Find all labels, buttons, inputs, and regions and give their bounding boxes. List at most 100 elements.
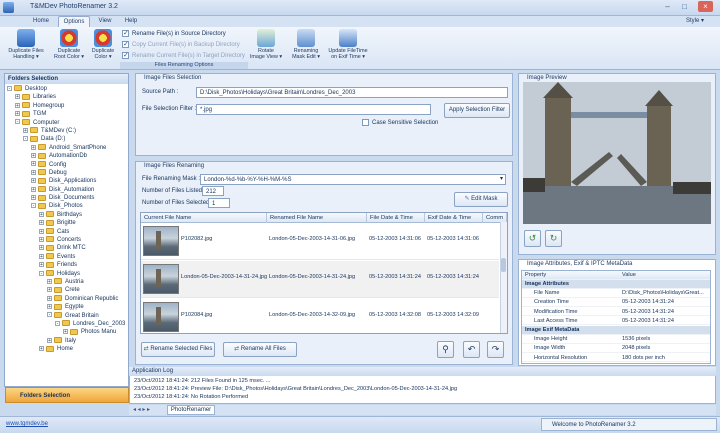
tree-node[interactable]: + Drink MTC xyxy=(5,244,128,252)
rotate-image-view-button[interactable]: Rotate Image View ▾ xyxy=(248,28,284,62)
attributes-row[interactable]: Last Access Time 05-12-2003 14:31:24 xyxy=(522,317,710,326)
tree-node[interactable]: - Desktop xyxy=(5,85,128,93)
mask-select[interactable]: London-%d-%b-%Y-%H-%M-%S ▾ xyxy=(200,174,506,185)
attributes-row[interactable]: Horizontal Resolution 180 dots per inch xyxy=(522,354,710,363)
expand-icon[interactable]: + xyxy=(47,337,52,343)
option-rename-source[interactable]: Rename File(s) in Source Directory xyxy=(122,29,226,37)
expand-icon[interactable]: + xyxy=(47,287,52,293)
tree-node[interactable]: + AutomationDb xyxy=(5,152,128,160)
tree-node[interactable]: - Holidays xyxy=(5,270,128,278)
table-row[interactable]: P102084.jpg London-05-Dec-2003-14-32-09.… xyxy=(141,299,499,333)
tree-node[interactable]: + Config xyxy=(5,160,128,169)
tree-node[interactable]: + Egypte xyxy=(5,303,128,311)
expand-icon[interactable]: + xyxy=(39,245,44,251)
attributes-row[interactable]: File Name D:\Disk_Photos\Holidays\Great..… xyxy=(522,289,710,298)
tree-node[interactable]: + Disk_Documents xyxy=(5,194,128,202)
expand-icon[interactable]: + xyxy=(47,295,52,301)
checkbox-icon[interactable] xyxy=(362,119,369,126)
attributes-category[interactable]: Image Attributes xyxy=(522,280,710,289)
tree-node[interactable]: - Computer xyxy=(5,118,128,127)
expand-icon[interactable]: + xyxy=(31,144,36,150)
expand-icon[interactable]: + xyxy=(31,153,36,159)
tree-node[interactable]: + Italy xyxy=(5,337,128,345)
collapse-icon[interactable]: - xyxy=(23,136,28,142)
redo-icon[interactable]: ↷ xyxy=(487,341,504,358)
update-filetime-button[interactable]: Update FileTime on Exif Time ▾ xyxy=(326,28,370,62)
apply-filter-button[interactable]: Apply Selection Filter xyxy=(444,103,510,118)
close-icon[interactable]: × xyxy=(698,1,713,12)
case-sensitive-option[interactable]: Case Sensitive Selection xyxy=(362,119,438,126)
folders-selection-tab[interactable]: Folders Selection xyxy=(5,387,129,403)
tree-node[interactable]: + Disk_Applications xyxy=(5,177,128,185)
style-menu[interactable]: Style ▾ xyxy=(680,16,710,27)
website-link[interactable]: www.tgmdev.be xyxy=(6,421,48,427)
tree-node[interactable]: + Dominican Republic xyxy=(5,295,128,303)
rename-selected-button[interactable]: ⇄ Rename Selected Files xyxy=(141,342,215,357)
menu-view[interactable]: View xyxy=(94,16,116,27)
collapse-icon[interactable]: - xyxy=(55,320,60,326)
checkbox-checked-icon[interactable] xyxy=(122,29,129,37)
expand-icon[interactable]: + xyxy=(39,228,44,234)
collapse-icon[interactable]: - xyxy=(47,312,52,318)
expand-icon[interactable]: + xyxy=(31,186,36,192)
expand-icon[interactable]: + xyxy=(23,127,28,133)
tree-node[interactable]: + Cats xyxy=(5,228,128,236)
files-table[interactable]: Current File Name Renamed File Name File… xyxy=(140,212,508,334)
table-row[interactable]: P102082.jpg London-05-Dec-2003-14-31-06.… xyxy=(141,223,499,260)
expand-icon[interactable]: + xyxy=(39,211,44,217)
tree-node[interactable]: + T&MDev (C:) xyxy=(5,127,128,135)
expand-icon[interactable]: + xyxy=(39,236,44,242)
tree-node[interactable]: + Android_SmartPhone xyxy=(5,144,128,152)
rotate-left-icon[interactable]: ↺ xyxy=(524,230,541,247)
tree-node[interactable]: + Brigitte xyxy=(5,219,128,227)
expand-icon[interactable]: + xyxy=(47,278,52,284)
edit-mask-button[interactable]: ✎ Edit Mask xyxy=(454,192,508,207)
source-path-field[interactable]: D:\Disk_Photos\Holidays\Great Britain\Lo… xyxy=(196,87,508,98)
maximize-icon[interactable]: □ xyxy=(677,1,692,12)
tree-node[interactable]: + Birthdays xyxy=(5,211,128,219)
expand-icon[interactable]: + xyxy=(31,178,36,184)
tree-node[interactable]: + TGM xyxy=(5,110,128,118)
expand-icon[interactable]: + xyxy=(31,169,36,175)
attributes-row[interactable]: Image Width 2048 pixels xyxy=(522,344,710,354)
tree-node[interactable]: + Libraries xyxy=(5,93,128,101)
checkbox-checked-icon[interactable] xyxy=(122,40,129,48)
option-copy-backup[interactable]: Copy Current File(s) in Backup Directory xyxy=(122,40,240,48)
table-scrollbar-thumb[interactable] xyxy=(501,258,506,272)
tree-node[interactable]: + Home xyxy=(5,345,128,353)
binoculars-icon[interactable]: ⚲ xyxy=(437,341,454,358)
tree-node[interactable]: + Events xyxy=(5,253,128,261)
expand-icon[interactable]: + xyxy=(15,94,20,100)
rename-all-button[interactable]: ⇄ Rename All Files xyxy=(223,342,297,357)
attributes-row[interactable]: Creation Time 05-12-2003 14:31:24 xyxy=(522,298,710,308)
expand-icon[interactable]: + xyxy=(39,220,44,226)
tree-node[interactable]: + Friends xyxy=(5,261,128,269)
col-file-dt[interactable]: File Date & Time xyxy=(367,213,425,223)
undo-icon[interactable]: ↶ xyxy=(463,341,480,358)
collapse-icon[interactable]: - xyxy=(7,85,12,91)
tree-node[interactable]: + Concerts xyxy=(5,236,128,244)
attributes-row[interactable]: Modification Time 05-12-2003 14:31:24 xyxy=(522,308,710,317)
expand-icon[interactable]: + xyxy=(39,262,44,268)
table-row[interactable]: London-05-Dec-2003-14-31-24.jpg London-0… xyxy=(141,261,499,298)
duplicate-files-handling-button[interactable]: Duplicate Files Handling ▾ xyxy=(4,28,48,62)
minimize-icon[interactable]: – xyxy=(660,1,675,12)
duplicate-color-button[interactable]: Duplicate Color ▾ xyxy=(88,28,118,62)
tab-nav-icon[interactable]: ◂ ◂ ▸ ▸ xyxy=(133,406,150,413)
rotate-right-icon[interactable]: ↻ xyxy=(545,230,562,247)
tree-node[interactable]: - Data (D:) xyxy=(5,135,128,143)
tree-node[interactable]: - Londres_Dec_2003 xyxy=(5,320,128,328)
tree-node[interactable]: + Disk_Automation xyxy=(5,186,128,194)
tree-node[interactable]: + Homegroup xyxy=(5,102,128,110)
collapse-icon[interactable]: - xyxy=(31,203,36,209)
checkbox-checked-icon[interactable] xyxy=(122,51,129,59)
menu-options[interactable]: Options xyxy=(58,16,90,27)
col-renamed[interactable]: Renamed File Name xyxy=(267,213,367,223)
collapse-icon[interactable]: - xyxy=(15,119,20,125)
attributes-row[interactable]: Image Height 1536 pixels xyxy=(522,335,710,344)
chevron-down-icon[interactable]: ▾ xyxy=(500,175,503,183)
tree-node[interactable]: + Photos Manu xyxy=(5,328,128,336)
collapse-icon[interactable]: - xyxy=(39,270,44,276)
filter-input[interactable]: *.jpg xyxy=(196,104,431,115)
expand-icon[interactable]: + xyxy=(15,102,20,108)
